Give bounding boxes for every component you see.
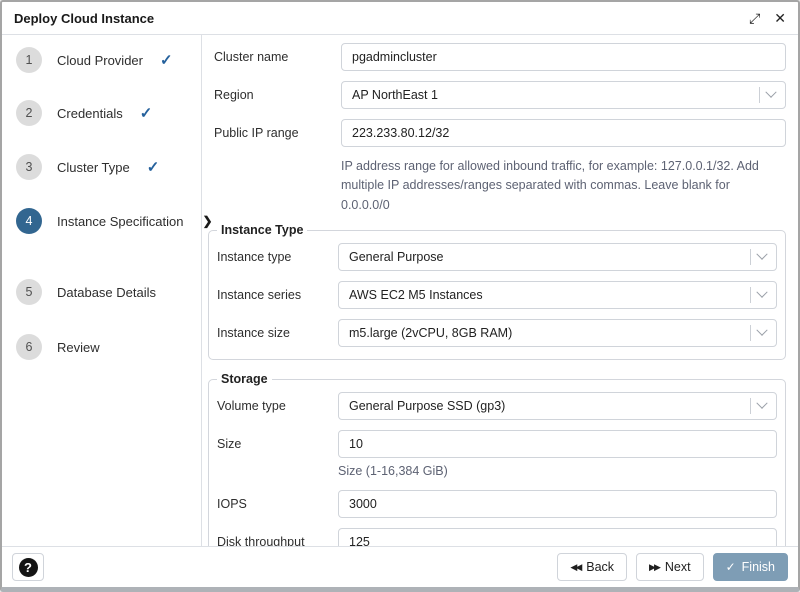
help-button[interactable]: ? [12,553,44,581]
chevron-down-icon [756,325,767,336]
instance-series-label: Instance series [217,281,338,302]
wizard-step-database-details[interactable]: 5 Database Details [16,279,156,305]
instance-size-selected-value: m5.large (2vCPU, 8GB RAM) [349,326,750,340]
iops-label: IOPS [217,490,338,511]
storage-group: Storage Volume type General Purpose SSD … [208,372,786,546]
finish-button-label: Finish [742,560,775,574]
region-select[interactable]: AP NorthEast 1 [341,81,786,109]
back-button[interactable]: ◀◀ Back [557,553,627,581]
combo-separator [750,287,751,303]
cluster-name-input[interactable] [341,43,786,71]
check-icon: ✓ [140,104,153,122]
combo-separator [750,325,751,341]
storage-legend: Storage [217,372,272,386]
close-icon[interactable]: ✕ [774,11,786,25]
instance-type-select[interactable]: General Purpose [338,243,777,271]
combo-separator [750,249,751,265]
chevron-down-icon [756,249,767,260]
wizard-step-cluster-type[interactable]: 3 Cluster Type ✓ [16,154,159,180]
region-label: Region [214,81,341,102]
wizard-step-cloud-provider[interactable]: 1 Cloud Provider ✓ [16,47,173,73]
check-icon: ✓ [147,158,160,176]
size-help-text: Size (1-16,384 GiB) [338,462,777,481]
size-label: Size [217,430,338,451]
step-number-badge: 3 [16,154,42,180]
public-ip-help-text: IP address range for allowed inbound tra… [341,157,781,215]
disk-throughput-label: Disk throughput [217,528,338,547]
wizard-step-credentials[interactable]: 2 Credentials ✓ [16,100,152,126]
disk-throughput-input[interactable] [338,528,777,547]
step-number-badge: 5 [16,279,42,305]
volume-type-label: Volume type [217,392,338,413]
dialog-title: Deploy Cloud Instance [14,11,749,26]
check-icon: ✓ [726,560,736,574]
instance-type-selected-value: General Purpose [349,250,750,264]
cluster-name-label: Cluster name [214,43,341,64]
question-mark-icon: ? [19,558,38,577]
instance-size-select[interactable]: m5.large (2vCPU, 8GB RAM) [338,319,777,347]
step-label: Credentials [57,106,123,121]
step-number-badge: 6 [16,334,42,360]
public-ip-input[interactable] [341,119,786,147]
instance-series-select[interactable]: AWS EC2 M5 Instances [338,281,777,309]
wizard-sidebar: 1 Cloud Provider ✓ 2 Credentials ✓ 3 Clu… [2,35,202,546]
combo-separator [750,398,751,414]
instance-specification-form: Cluster name Region AP NorthEast 1 Publi… [202,35,798,546]
step-label: Instance Specification [57,214,183,229]
next-button[interactable]: ▶▶ Next [636,553,704,581]
volume-type-selected-value: General Purpose SSD (gp3) [349,399,750,413]
step-number-badge: 4 [16,208,42,234]
step-label: Cluster Type [57,160,130,175]
step-label: Review [57,340,100,355]
instance-size-label: Instance size [217,319,338,340]
dialog-titlebar: Deploy Cloud Instance ⤢ ✕ [2,2,798,35]
region-selected-value: AP NorthEast 1 [352,88,759,102]
iops-input[interactable] [338,490,777,518]
fast-backward-icon: ◀◀ [570,562,580,573]
instance-type-label: Instance type [217,243,338,264]
wizard-step-review[interactable]: 6 Review [16,334,100,360]
fast-forward-icon: ▶▶ [649,562,659,573]
step-label: Database Details [57,285,156,300]
chevron-down-icon [765,87,776,98]
chevron-down-icon [756,398,767,409]
step-label: Cloud Provider [57,53,143,68]
step-number-badge: 1 [16,47,42,73]
chevron-down-icon [756,287,767,298]
dialog-footer: ? ◀◀ Back ▶▶ Next ✓ Finish [2,546,798,587]
volume-type-select[interactable]: General Purpose SSD (gp3) [338,392,777,420]
step-number-badge: 2 [16,100,42,126]
wizard-step-instance-specification[interactable]: 4 Instance Specification ❯ [16,208,213,234]
combo-separator [759,87,760,103]
instance-type-legend: Instance Type [217,223,307,237]
back-button-label: Back [586,560,614,574]
deploy-cloud-instance-dialog: Deploy Cloud Instance ⤢ ✕ 1 Cloud Provid… [0,0,800,592]
public-ip-label: Public IP range [214,119,341,140]
instance-type-group: Instance Type Instance type General Purp… [208,223,786,360]
maximize-icon[interactable]: ⤢ [749,11,760,25]
chevron-right-icon: ❯ [202,214,212,228]
size-input[interactable] [338,430,777,458]
next-button-label: Next [665,560,691,574]
finish-button[interactable]: ✓ Finish [713,553,788,581]
check-icon: ✓ [160,51,173,69]
instance-series-selected-value: AWS EC2 M5 Instances [349,288,750,302]
